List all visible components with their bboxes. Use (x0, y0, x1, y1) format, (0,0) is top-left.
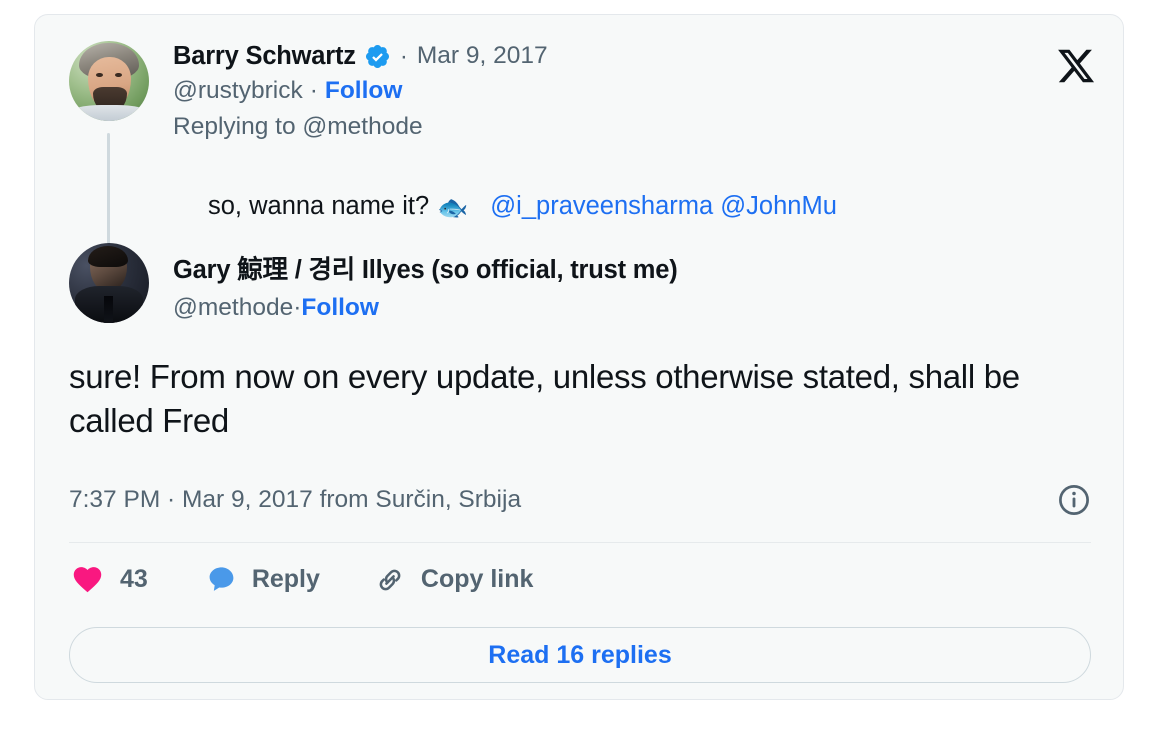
fish-emoji: 🐟 (437, 194, 469, 222)
copy-link-button[interactable]: Copy link (374, 564, 534, 596)
thread-body-text: so, wanna name it? (208, 192, 430, 220)
thread-author-handle[interactable]: @rustybrick (173, 77, 303, 104)
replying-to-label[interactable]: Replying to @methode (173, 114, 548, 140)
thread-author-row: Barry Schwartz · Mar 9, 2017 (173, 43, 548, 70)
page-root: Barry Schwartz · Mar 9, 2017 @rustybrick… (0, 0, 1158, 730)
tweet-action-bar: 43 Reply Copy link (71, 563, 533, 596)
action-divider (69, 542, 1091, 543)
thread-tweet-body: so, wanna name it? 🐟 @i_praveensharma @Joh… (208, 190, 1063, 225)
like-button[interactable]: 43 (71, 563, 148, 596)
mention-i-praveensharma[interactable]: @i_praveensharma (490, 192, 713, 220)
mention-johnmu[interactable]: @JohnMu (720, 192, 837, 220)
main-tweet-body: sure! From now on every update, unless o… (69, 358, 1020, 439)
thread-connector-line (107, 133, 110, 245)
main-author-name[interactable]: Gary 鯨理 / 경리 Illyes (so official, trust … (173, 249, 678, 286)
thread-tweet-header: Barry Schwartz · Mar 9, 2017 @rustybrick… (69, 41, 548, 139)
avatar-barry-schwartz[interactable] (69, 41, 149, 121)
main-tweet-header: Gary 鯨理 / 경리 Illyes (so official, trust … (69, 243, 678, 323)
link-icon (374, 564, 406, 596)
reply-label: Reply (251, 565, 320, 593)
embedded-tweet-card: Barry Schwartz · Mar 9, 2017 @rustybrick… (34, 14, 1124, 700)
avatar-gary-illyes[interactable] (69, 243, 149, 323)
main-follow-button[interactable]: Follow (301, 294, 379, 321)
copy-link-label: Copy link (420, 565, 534, 593)
verified-badge-icon (364, 43, 391, 70)
thread-name-separator: · (399, 42, 408, 70)
read-replies-button[interactable]: Read 16 replies (69, 627, 1091, 683)
thread-handle-separator: · (309, 77, 318, 104)
tweet-meta-row: 7:37 PM · Mar 9, 2017 from Surčin, Srbij… (69, 483, 1091, 517)
x-logo-icon[interactable] (1053, 43, 1099, 89)
speech-bubble-icon (206, 564, 237, 595)
like-count: 43 (120, 565, 148, 593)
thread-post-date[interactable]: Mar 9, 2017 (417, 44, 548, 69)
main-handle-row: @methode·Follow (173, 294, 678, 321)
heart-icon (71, 563, 104, 596)
main-author-handle[interactable]: @methode (173, 294, 293, 321)
thread-author-name[interactable]: Barry Schwartz (173, 43, 356, 70)
thread-handle-row: @rustybrick · Follow (173, 77, 548, 104)
tweet-timestamp-location[interactable]: 7:37 PM · Mar 9, 2017 from Surčin, Srbij… (69, 487, 521, 513)
info-circle-icon[interactable] (1057, 483, 1091, 517)
thread-follow-button[interactable]: Follow (325, 77, 403, 104)
reply-button[interactable]: Reply (206, 564, 320, 595)
